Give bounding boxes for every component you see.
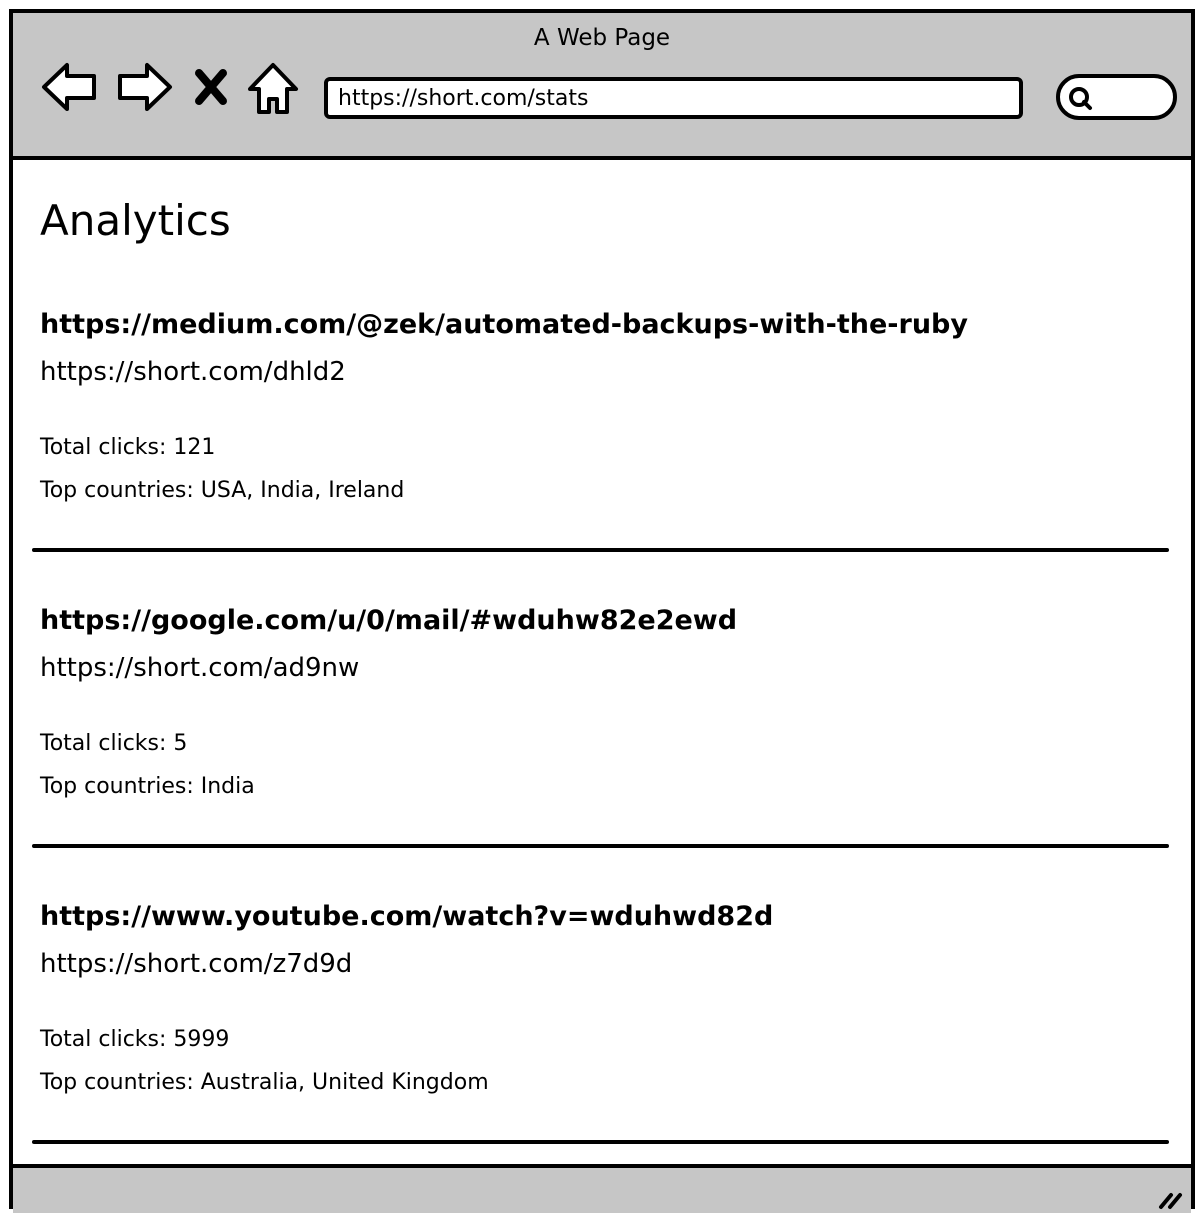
home-icon[interactable] xyxy=(245,57,301,117)
page-content: Analytics https://medium.com/@zek/automa… xyxy=(13,164,1191,1164)
browser-window: A Web Page https://short.com/stats Analy… xyxy=(9,9,1195,1213)
link-entry: https://google.com/u/0/mail/#wduhw82e2ew… xyxy=(13,605,1191,901)
long-url-link[interactable]: https://medium.com/@zek/automated-backup… xyxy=(40,309,968,340)
long-url-link[interactable]: https://www.youtube.com/watch?v=wduhwd82… xyxy=(40,901,773,932)
resize-grip-icon[interactable] xyxy=(1155,1181,1185,1211)
short-url-link[interactable]: https://short.com/dhld2 xyxy=(40,357,346,387)
top-countries: Top countries: India xyxy=(40,774,255,799)
top-countries: Top countries: Australia, United Kingdom xyxy=(40,1070,489,1095)
short-url-link[interactable]: https://short.com/z7d9d xyxy=(40,949,352,979)
divider xyxy=(32,844,1169,848)
close-icon[interactable] xyxy=(193,57,229,117)
divider xyxy=(32,548,1169,552)
search-field[interactable] xyxy=(1056,74,1177,120)
short-url-link[interactable]: https://short.com/ad9nw xyxy=(40,653,359,683)
link-entry: https://medium.com/@zek/automated-backup… xyxy=(13,309,1191,605)
status-bar xyxy=(13,1164,1191,1213)
total-clicks: Total clicks: 5 xyxy=(40,731,188,756)
page-title: Analytics xyxy=(40,196,231,245)
long-url-link[interactable]: https://google.com/u/0/mail/#wduhw82e2ew… xyxy=(40,605,737,636)
back-arrow-icon[interactable] xyxy=(39,57,101,117)
address-bar[interactable]: https://short.com/stats xyxy=(324,77,1023,119)
address-bar-url: https://short.com/stats xyxy=(338,85,589,111)
divider xyxy=(32,1140,1169,1144)
forward-arrow-icon[interactable] xyxy=(113,57,175,117)
browser-toolbar: A Web Page https://short.com/stats xyxy=(13,13,1191,160)
total-clicks: Total clicks: 5999 xyxy=(40,1027,230,1052)
top-countries: Top countries: USA, India, Ireland xyxy=(40,478,405,503)
link-entry: https://www.youtube.com/watch?v=wduhwd82… xyxy=(13,901,1191,1164)
window-title: A Web Page xyxy=(533,25,671,51)
total-clicks: Total clicks: 121 xyxy=(40,435,216,460)
